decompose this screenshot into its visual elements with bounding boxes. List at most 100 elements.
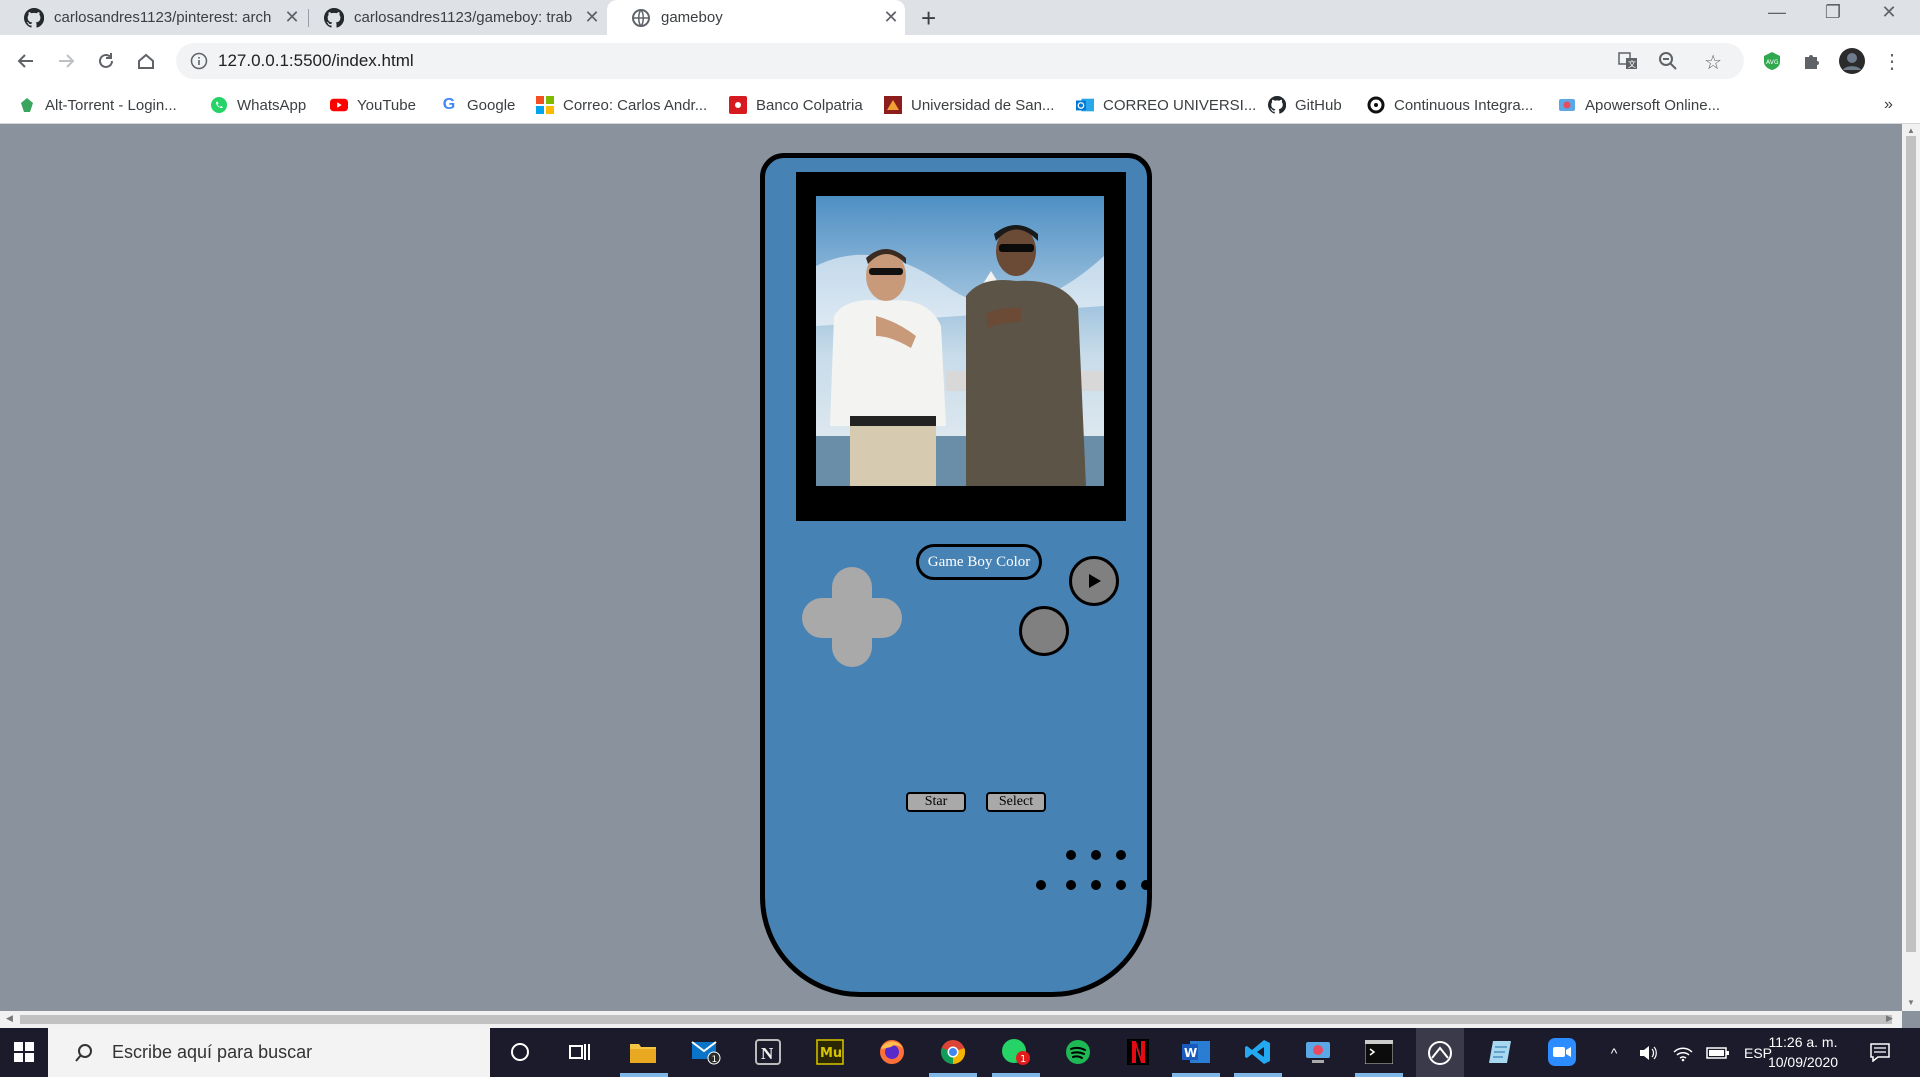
show-hidden-icons-chevron-icon[interactable]: ^ — [1602, 1045, 1626, 1061]
bookmark-continuous-integration[interactable]: Continuous Integra... — [1367, 93, 1533, 117]
notion-icon[interactable]: N — [752, 1036, 784, 1068]
forward-icon[interactable] — [52, 47, 80, 75]
task-view-icon[interactable] — [564, 1036, 596, 1068]
tab-gameboy[interactable]: gameboy ✕ — [607, 0, 905, 35]
google-icon: G — [442, 96, 456, 113]
close-icon[interactable]: ✕ — [578, 7, 606, 28]
wifi-icon[interactable] — [1672, 1044, 1694, 1062]
bookmark-label: GitHub — [1295, 96, 1342, 114]
bookmark-whatsapp[interactable]: WhatsApp — [210, 93, 306, 117]
bookmark-github[interactable]: GitHub — [1268, 93, 1342, 117]
battery-icon[interactable] — [1706, 1046, 1730, 1060]
mail-icon[interactable]: 1 — [690, 1036, 722, 1068]
word-icon[interactable]: W — [1180, 1036, 1212, 1068]
minimize-icon[interactable]: — — [1754, 2, 1800, 23]
tab-gameboy-repo[interactable]: carlosandres1123/gameboy: trab ✕ — [300, 0, 606, 35]
bookmarks-bar: Alt-Torrent - Login... WhatsApp YouTube … — [0, 87, 1920, 124]
extensions-puzzle-icon[interactable] — [1798, 47, 1826, 75]
bookmark-alt-torrent[interactable]: Alt-Torrent - Login... — [18, 93, 177, 117]
close-icon[interactable]: ✕ — [877, 7, 905, 28]
university-icon — [884, 96, 902, 114]
github-icon — [1268, 96, 1286, 114]
bookmark-label: Continuous Integra... — [1394, 96, 1534, 114]
site-info-icon[interactable] — [190, 52, 208, 70]
netflix-icon[interactable] — [1122, 1036, 1154, 1068]
colpatria-icon — [729, 96, 747, 114]
whatsapp-icon — [210, 96, 228, 114]
dpad-horizontal[interactable] — [802, 598, 902, 638]
whatsapp-desktop-icon[interactable]: 1 — [1000, 1036, 1032, 1068]
home-icon[interactable] — [132, 47, 160, 75]
select-button[interactable]: Select — [986, 792, 1046, 812]
tab-title: gameboy — [661, 9, 723, 26]
bookmark-correo[interactable]: Correo: Carlos Andr... — [536, 93, 707, 117]
gameboy-screen — [796, 172, 1126, 521]
whatsapp-badge: 1 — [1020, 1054, 1026, 1065]
taskbar-clock[interactable]: 11:26 a. m. 10/09/2020 — [1758, 1032, 1848, 1072]
more-bookmarks-chevron-icon[interactable]: » — [1884, 93, 1893, 117]
bookmark-correo-universitario[interactable]: CORREO UNIVERSI... — [1076, 93, 1256, 117]
notifications-icon[interactable] — [1864, 1036, 1896, 1068]
github-icon — [324, 7, 344, 28]
clock-date: 10/09/2020 — [1767, 1054, 1839, 1070]
a-button[interactable] — [1069, 556, 1119, 606]
mail-badge: 1 — [712, 1055, 718, 1065]
apowersoft-icon — [1558, 96, 1576, 114]
github-icon — [24, 7, 44, 28]
spotify-icon[interactable] — [1062, 1036, 1094, 1068]
horizontal-scroll-thumb[interactable] — [20, 1015, 1892, 1024]
screen-recorder-icon[interactable] — [1302, 1036, 1334, 1068]
bookmark-apowersoft[interactable]: Apowersoft Online... — [1558, 93, 1720, 117]
svg-text:文: 文 — [1628, 59, 1636, 69]
bookmark-star-icon[interactable]: ☆ — [1704, 50, 1722, 75]
snip-tool-icon[interactable] — [1416, 1028, 1464, 1077]
bookmark-universidad[interactable]: Universidad de San... — [884, 93, 1054, 117]
zoom-icon[interactable] — [1658, 51, 1678, 76]
new-tab-button[interactable]: + — [921, 3, 936, 34]
chrome-icon[interactable] — [937, 1036, 969, 1068]
bookmark-google[interactable]: G Google — [440, 93, 516, 117]
notes-icon[interactable] — [1484, 1036, 1516, 1068]
zoom-meetings-icon[interactable] — [1546, 1036, 1578, 1068]
tab-title: carlosandres1123/pinterest: arch — [54, 9, 272, 26]
play-icon — [1089, 574, 1101, 588]
taskbar-search-box[interactable]: Escribe aquí para buscar — [48, 1028, 490, 1077]
address-bar[interactable]: 127.0.0.1:5500/index.html 文 ☆ — [176, 43, 1744, 79]
globe-icon — [632, 8, 650, 27]
window-close-icon[interactable]: ✕ — [1866, 2, 1912, 23]
gameboy-title-label: Game Boy Color — [916, 544, 1042, 580]
windows-start-icon[interactable] — [8, 1036, 40, 1068]
horizontal-scrollbar[interactable]: ◀ ▶ — [0, 1011, 1902, 1028]
bookmark-label: Alt-Torrent - Login... — [45, 96, 177, 114]
avg-extension-icon[interactable]: AVG — [1758, 47, 1786, 75]
start-button[interactable]: Star — [906, 792, 966, 812]
volume-icon[interactable] — [1638, 1044, 1658, 1062]
url-text[interactable]: 127.0.0.1:5500/index.html — [218, 51, 414, 71]
search-icon — [75, 1043, 92, 1062]
vscode-icon[interactable] — [1242, 1036, 1274, 1068]
translate-icon[interactable]: 文 — [1618, 52, 1638, 75]
bookmark-colpatria[interactable]: Banco Colpatria — [729, 93, 863, 117]
system-tray: ^ ESP — [1602, 1028, 1772, 1077]
vertical-scroll-thumb[interactable] — [1906, 136, 1916, 952]
vertical-scrollbar[interactable]: ▲ ▼ — [1902, 124, 1920, 1011]
microsoft-icon — [536, 96, 554, 114]
tab-pinterest[interactable]: carlosandres1123/pinterest: arch ✕ — [0, 0, 306, 35]
bookmark-label: Google — [467, 96, 516, 114]
menu-kebab-icon[interactable]: ⋮ — [1878, 47, 1906, 75]
windows-taskbar: Escribe aquí para buscar 1 N Mu 1 W ^ ES… — [0, 1028, 1920, 1077]
b-button[interactable] — [1019, 606, 1069, 656]
svg-text:N: N — [761, 1044, 774, 1063]
cortana-icon[interactable] — [504, 1036, 536, 1068]
adobe-muse-icon[interactable]: Mu — [814, 1036, 846, 1068]
outlook-icon — [1076, 96, 1094, 114]
restore-icon[interactable]: ❐ — [1810, 2, 1856, 23]
reload-icon[interactable] — [92, 47, 120, 75]
file-explorer-icon[interactable] — [627, 1036, 659, 1068]
bookmark-label: Banco Colpatria — [756, 96, 863, 114]
bookmark-youtube[interactable]: YouTube — [330, 93, 416, 117]
back-icon[interactable] — [12, 47, 40, 75]
terminal-icon[interactable] — [1363, 1036, 1395, 1068]
firefox-icon[interactable] — [876, 1036, 908, 1068]
profile-avatar[interactable] — [1838, 47, 1866, 75]
